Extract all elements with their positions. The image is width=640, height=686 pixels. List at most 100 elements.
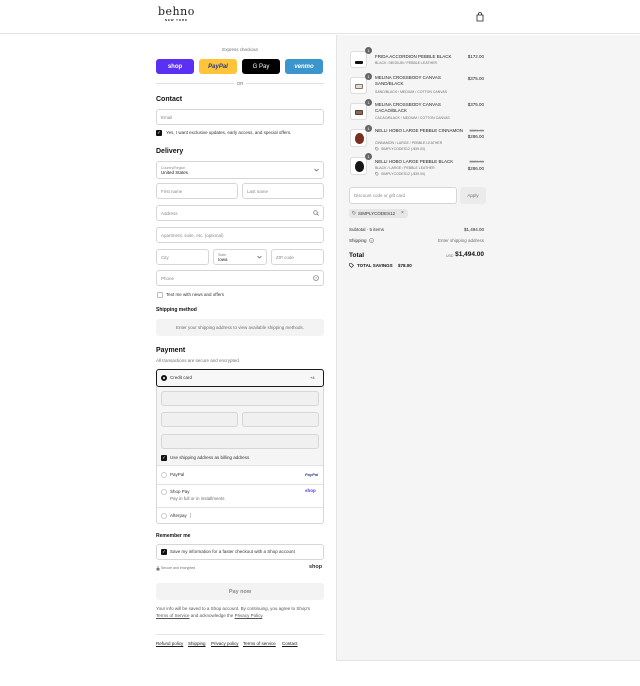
shipping-methods-placeholder: Enter your shipping address to view avai… <box>156 319 324 336</box>
product-thumbnail <box>350 157 367 175</box>
quantity-badge: 1 <box>365 153 372 160</box>
product-image <box>355 161 364 172</box>
security-code-field[interactable] <box>242 412 319 427</box>
product-image <box>355 61 363 64</box>
discount-tag: SIMPLYCODES12 (-$39.00) <box>381 172 426 176</box>
apply-button[interactable]: Apply <box>460 187 486 204</box>
tag-icon <box>352 211 356 215</box>
product-price: $286.00 <box>467 166 484 171</box>
total-savings-label: TOTAL SAVINGS <box>357 263 393 268</box>
compare-price: $325.00 <box>469 128 484 133</box>
or-separator: OR <box>236 81 244 86</box>
divider <box>156 83 234 84</box>
divider <box>157 465 323 466</box>
shop-pay-label: Shop Pay <box>170 489 190 494</box>
footer-terms-of-service[interactable]: Terms of service <box>243 641 276 646</box>
paypal-radio[interactable] <box>161 472 167 478</box>
venmo-button[interactable]: venmo <box>285 59 323 74</box>
google-pay-button[interactable]: G Pay <box>242 59 280 74</box>
zip-field[interactable]: ZIP code <box>271 249 324 265</box>
product-thumbnail <box>350 129 367 147</box>
save-info-checkbox[interactable]: ✓ <box>161 549 167 555</box>
paypal-logo: PayPal <box>305 472 319 477</box>
footer-contact[interactable]: Contact <box>282 641 298 646</box>
updates-checkbox[interactable]: ✓ <box>156 130 162 136</box>
product-variant: BLACK / MEDIUM / PEBBLE LEATHER <box>375 61 437 65</box>
shipping-method-heading: Shipping method <box>156 307 197 313</box>
header: behno NEW YORK <box>0 0 640 34</box>
product-thumbnail <box>350 51 367 68</box>
city-field[interactable]: City <box>156 249 209 265</box>
secure-encrypted-text: Secure and encrypted <box>161 566 196 570</box>
shop-pay-express-button[interactable]: shop <box>156 59 194 74</box>
footer-shipping[interactable]: Shipping <box>188 641 206 646</box>
discount-code-field[interactable]: Discount code or gift card <box>349 187 457 204</box>
pay-now-button[interactable]: Pay now <box>156 583 324 600</box>
shopping-bag-icon[interactable] <box>476 12 484 22</box>
remove-discount-icon[interactable]: × <box>401 210 404 216</box>
help-icon[interactable]: ? <box>369 238 374 243</box>
country-select[interactable]: Country/Region United States <box>156 161 324 179</box>
product-name: NELLI HOBO LARGE PEBBLE BLACK <box>375 159 454 164</box>
remember-me-heading: Remember me <box>156 533 191 539</box>
product-name: MELINA CROSSBODY CANVAS SAND/BLACK <box>375 75 441 86</box>
quantity-badge: 1 <box>365 125 372 132</box>
shipping-label: Shipping <box>349 238 367 243</box>
product-name: NELLI HOBO LARGE PEBBLE CINNAMON <box>375 128 464 133</box>
product-name: MELINA CROSSBODY CANVAS CACAO/BLACK <box>375 102 441 113</box>
total-savings-value: $78.00 <box>398 263 412 268</box>
footer-privacy-policy[interactable]: Privacy policy <box>211 641 239 646</box>
product-image <box>355 133 364 144</box>
credit-card-label: Credit card <box>170 375 193 380</box>
expiration-field[interactable] <box>161 412 238 427</box>
product-variant: BLACK / LARGE / PEBBLE LEATHER <box>375 166 435 170</box>
footer-refund-policy[interactable]: Refund policy <box>156 641 183 646</box>
product-name: FRIDA ACCORDION PEBBLE BLACK <box>375 54 452 59</box>
quantity-badge: 1 <box>365 47 372 54</box>
quantity-badge: 1 <box>365 73 372 80</box>
afterpay-radio[interactable] <box>161 513 167 519</box>
address-field[interactable]: Address <box>156 205 324 221</box>
credit-card-radio[interactable] <box>161 375 167 381</box>
privacy-link[interactable]: Privacy Policy <box>235 613 263 618</box>
shop-pay-subtitle: Pay in full or in installments <box>170 496 225 501</box>
billing-same-label: Use shipping address as billing address <box>170 455 250 460</box>
product-variant: CACAO/BLACK / MEDIUM / COTTON CANVAS <box>375 116 450 120</box>
chevron-down-icon <box>257 255 262 259</box>
total-value: $1,494.00 <box>455 251 484 258</box>
last-name-field[interactable]: Last name <box>242 183 324 199</box>
subtotal-label: Subtotal · 5 items <box>349 227 385 232</box>
legal-line: Your info will be saved to a Shop accoun… <box>156 606 311 611</box>
billing-same-checkbox[interactable]: ✓ <box>161 455 167 461</box>
shop-pay-radio[interactable] <box>161 489 167 495</box>
paypal-label: PayPal <box>170 472 185 477</box>
product-price: $375.00 <box>467 76 484 81</box>
divider <box>157 507 323 508</box>
afterpay-label: Afterpay <box>170 513 187 518</box>
help-icon[interactable]: ? <box>313 275 319 281</box>
discount-tag: SIMPLYCODES12 (-$39.00) <box>381 147 426 151</box>
divider <box>246 83 324 84</box>
phone-field[interactable]: Phone <box>156 270 324 286</box>
name-on-card-field[interactable] <box>161 434 319 449</box>
subtotal-value: $1,494.00 <box>463 227 484 232</box>
first-name-field[interactable]: First name <box>156 183 238 199</box>
product-variant: SAND/BLACK / MEDIUM / COTTON CANVAS <box>375 90 448 94</box>
divider <box>157 484 323 485</box>
legal-end: . <box>262 612 264 618</box>
product-image <box>355 84 363 89</box>
paypal-express-button[interactable]: PayPal <box>199 59 237 74</box>
shop-pay-logo: shop <box>305 488 316 493</box>
apartment-field[interactable]: Apartment, suite, etc. (optional) <box>156 227 324 243</box>
card-number-field[interactable] <box>161 391 319 406</box>
brand-logo[interactable]: behno NEW YORK <box>158 6 195 23</box>
shop-logo: shop <box>309 564 323 570</box>
applied-discount-code: SIMPLYCODES12 <box>358 211 396 216</box>
terms-link[interactable]: Terms of Service <box>156 613 190 618</box>
total-label: Total <box>349 252 365 259</box>
divider <box>156 634 324 635</box>
email-field[interactable]: Email <box>156 109 324 125</box>
express-checkout-title: Express checkout <box>222 47 258 52</box>
page-bottom <box>336 660 640 686</box>
sms-checkbox[interactable] <box>157 292 163 298</box>
